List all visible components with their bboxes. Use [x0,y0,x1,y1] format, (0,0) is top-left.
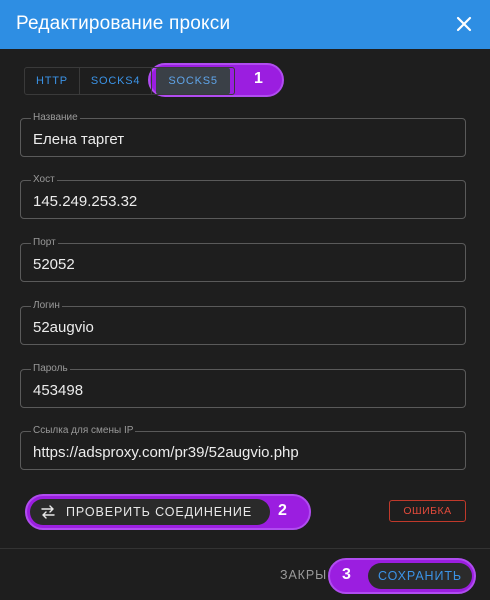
check-connection-label: ПРОВЕРИТЬ СОЕДИНЕНИЕ [66,505,253,519]
port-field-label: Порт [31,237,58,248]
tab-socks5[interactable]: SOCKS5 [156,68,230,94]
port-field: Порт [20,237,466,282]
password-field: Пароль [20,363,466,408]
dialog-title: Редактирование прокси [16,13,231,34]
protocol-tabs: HTTP SOCKS4 SOCKS5 [24,67,235,95]
host-input[interactable] [33,191,453,211]
port-input[interactable] [33,254,453,274]
login-field: Логин [20,300,466,345]
name-input[interactable] [33,129,453,149]
change-ip-url-input[interactable] [33,442,453,462]
login-field-label: Логин [31,300,62,311]
close-button[interactable]: ЗАКРЫ [280,568,327,582]
annotation-number-2: 2 [278,502,287,519]
name-field: Название [20,112,466,157]
swap-arrows-icon [41,505,55,519]
status-badge: ОШИБКА [389,500,466,522]
name-field-label: Название [31,112,80,123]
change-ip-url-field: Ссылка для смены IP [20,425,466,470]
dialog-header: Редактирование прокси [0,0,490,49]
annotation-number-1: 1 [254,70,263,87]
change-ip-url-field-label: Ссылка для смены IP [31,425,136,436]
annotation-number-3: 3 [342,566,351,583]
host-field: Хост [20,174,466,219]
host-field-label: Хост [31,174,57,185]
footer-divider [0,548,490,549]
password-field-label: Пароль [31,363,70,374]
check-connection-button[interactable]: ПРОВЕРИТЬ СОЕДИНЕНИЕ [30,499,270,525]
tab-socks4[interactable]: SOCKS4 [80,68,153,94]
login-input[interactable] [33,317,453,337]
save-button[interactable]: СОХРАНИТЬ [368,563,472,589]
password-input[interactable] [33,380,453,400]
tab-http[interactable]: HTTP [25,68,80,94]
close-icon[interactable] [452,12,476,36]
